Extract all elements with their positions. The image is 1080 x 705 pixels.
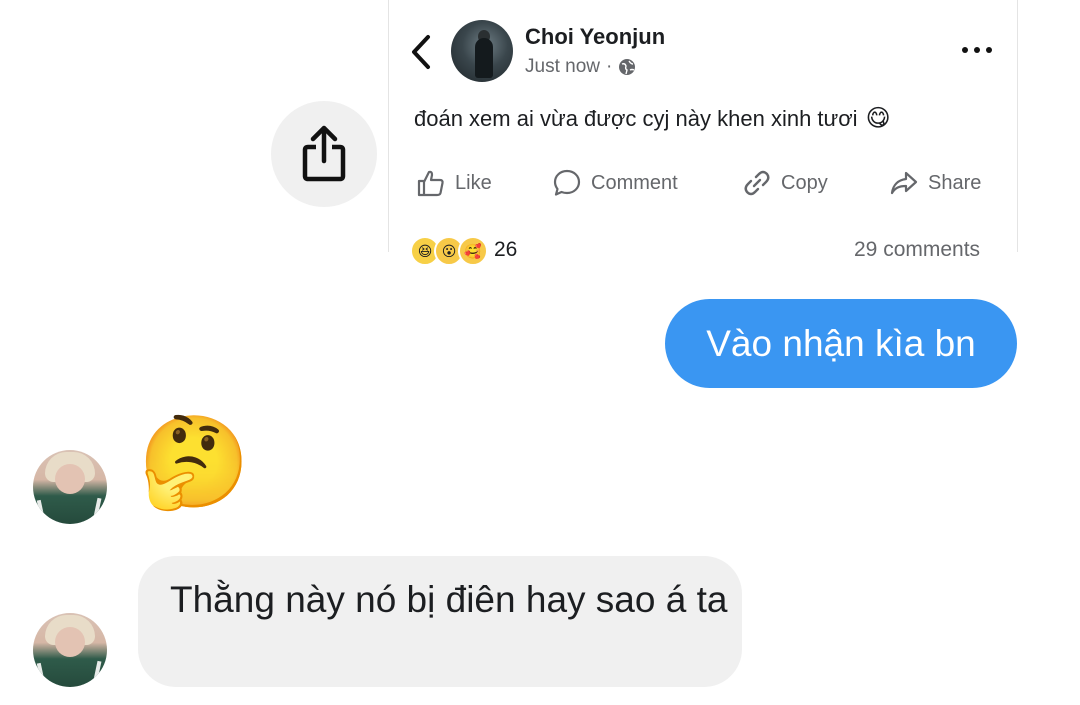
incoming-message-text: Thằng này nó bị điên hay sao á ta bbox=[170, 579, 728, 620]
care-reaction-icon: 🥰 bbox=[458, 236, 488, 266]
post-author-name[interactable]: Choi Yeonjun bbox=[525, 24, 665, 50]
contact-avatar[interactable] bbox=[33, 613, 107, 687]
share-arrow-icon bbox=[890, 171, 918, 195]
post-author-avatar[interactable] bbox=[451, 20, 513, 82]
thinking-emoji-message[interactable]: 🤔 bbox=[138, 418, 250, 508]
comment-label: Comment bbox=[591, 171, 678, 194]
reaction-icons[interactable]: 😆 😮 🥰 bbox=[410, 236, 488, 266]
comment-button[interactable]: Comment bbox=[552, 166, 678, 200]
post-text-emoji: 😋 bbox=[865, 105, 891, 132]
comments-count[interactable]: 29 comments bbox=[854, 238, 980, 262]
share-upload-icon bbox=[302, 125, 346, 182]
post-meta: Just now · bbox=[525, 56, 636, 78]
globe-icon bbox=[619, 59, 636, 75]
copy-label: Copy bbox=[781, 171, 828, 194]
outgoing-message-bubble[interactable]: Vào nhận kìa bn bbox=[665, 299, 1017, 388]
back-chevron-icon[interactable] bbox=[410, 34, 432, 70]
comment-bubble-icon bbox=[553, 169, 581, 196]
link-icon bbox=[744, 170, 770, 196]
post-text-body: đoán xem ai vừa được cyj này khen xinh t… bbox=[414, 105, 858, 131]
contact-avatar[interactable] bbox=[33, 450, 107, 524]
outgoing-message-text: Vào nhận kìa bn bbox=[706, 322, 976, 364]
like-label: Like bbox=[455, 171, 492, 194]
share-post-button[interactable]: Share bbox=[889, 166, 981, 200]
like-button[interactable]: Like bbox=[416, 166, 492, 200]
copy-link-button[interactable]: Copy bbox=[742, 166, 828, 200]
more-options-icon[interactable] bbox=[960, 44, 994, 56]
share-label: Share bbox=[928, 171, 982, 194]
share-button[interactable] bbox=[271, 101, 377, 207]
thumbs-up-icon bbox=[417, 170, 444, 197]
post-time: Just now bbox=[525, 56, 600, 77]
post-text: đoán xem ai vừa được cyj này khen xinh t… bbox=[414, 104, 891, 133]
dot-separator: · bbox=[605, 56, 613, 77]
reaction-count[interactable]: 26 bbox=[494, 238, 517, 262]
incoming-message-bubble[interactable]: Thằng này nó bị điên hay sao á ta bbox=[138, 556, 742, 687]
